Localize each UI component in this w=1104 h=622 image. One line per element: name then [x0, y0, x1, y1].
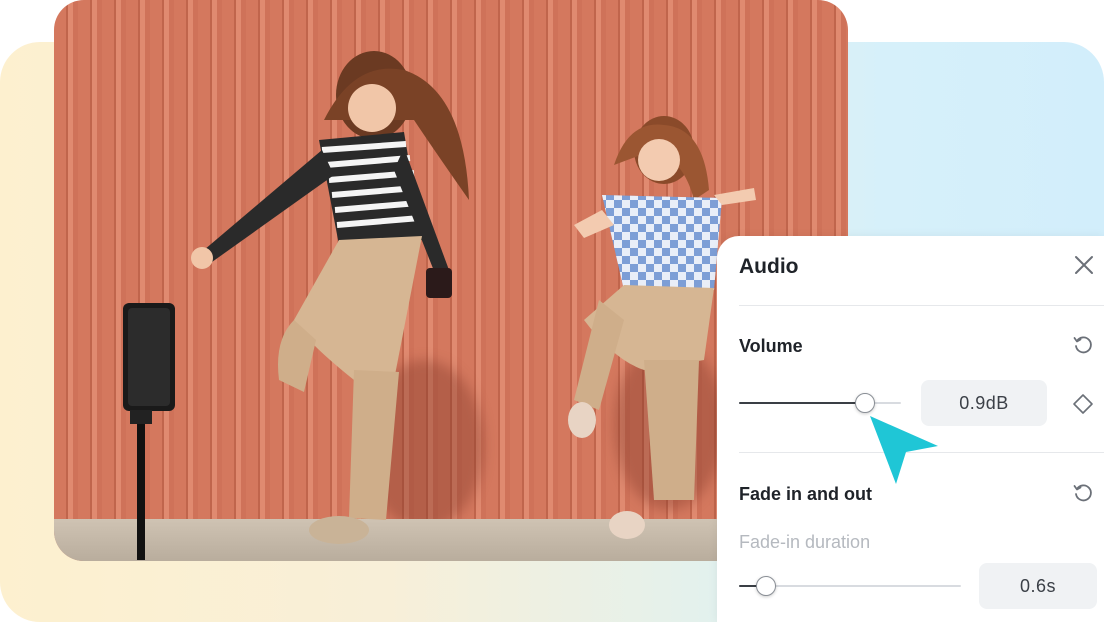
panel-title: Audio	[739, 255, 799, 278]
volume-reset-icon[interactable]	[1072, 334, 1094, 356]
volume-slider[interactable]	[739, 393, 901, 413]
volume-label: Volume	[739, 336, 803, 356]
divider	[739, 305, 1104, 306]
volume-slider-fill	[739, 402, 866, 404]
fade-in-slider[interactable]	[739, 576, 961, 596]
pointer-cursor-icon	[870, 416, 938, 484]
fade-in-duration-label: Fade-in duration	[739, 532, 871, 552]
keyframe-diamond-icon[interactable]	[1072, 393, 1094, 415]
fade-in-slider-thumb[interactable]	[755, 576, 776, 596]
fade-in-value-input[interactable]: 0.6s	[979, 563, 1097, 609]
fade-label: Fade in and out	[739, 484, 872, 504]
fade-reset-icon[interactable]	[1072, 482, 1094, 504]
close-icon[interactable]	[1073, 254, 1095, 276]
volume-slider-thumb[interactable]	[855, 393, 876, 413]
